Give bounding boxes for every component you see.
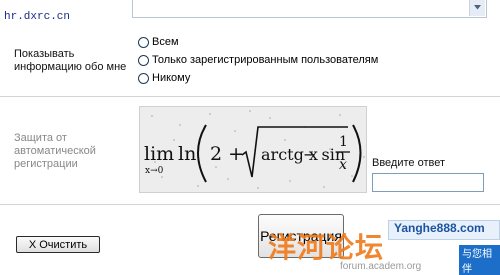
formula-two-plus: 2 + bbox=[210, 143, 244, 165]
formula-denominator: x bbox=[339, 157, 347, 173]
radio-label: Всем bbox=[152, 36, 179, 48]
chevron-down-icon bbox=[474, 5, 481, 10]
captcha-label-line2: автоматической bbox=[14, 145, 96, 157]
watermark-logo: 洋河论坛 bbox=[268, 231, 385, 264]
radio-label: Только зарегистрированным пользователям bbox=[152, 54, 379, 66]
radio-button[interactable] bbox=[138, 54, 149, 66]
captcha-image: lim x→0 ln 2 + arctg x − sin 1 x bbox=[139, 106, 367, 193]
formula-lim: lim bbox=[144, 143, 174, 165]
radio-option-registered[interactable]: Только зарегистрированным пользователям bbox=[138, 54, 378, 66]
privacy-label: Показывать информацию обо мне bbox=[14, 48, 126, 74]
radio-option-all[interactable]: Всем bbox=[138, 36, 179, 48]
url-text: hr.dxrc.cn bbox=[4, 11, 71, 23]
radio-button[interactable] bbox=[138, 36, 149, 48]
privacy-label-line2: информацию обо мне bbox=[14, 61, 127, 73]
radio-button[interactable] bbox=[138, 72, 149, 84]
formula-ln: ln bbox=[178, 143, 196, 165]
captcha-label-line3: регистрации bbox=[14, 158, 78, 170]
section-divider bbox=[0, 204, 500, 205]
watermark-forum-url: forum.academ.org bbox=[340, 261, 422, 272]
formula-lim-subscript: x→0 bbox=[145, 166, 164, 176]
watermark-site: Yanghe888.com bbox=[394, 221, 485, 235]
captcha-formula: lim x→0 ln 2 + arctg x − sin 1 x bbox=[144, 110, 365, 189]
dropdown-button[interactable] bbox=[469, 0, 485, 16]
clear-button[interactable]: X Очистить bbox=[16, 236, 100, 253]
radio-label: Никому bbox=[152, 72, 191, 84]
top-select-field[interactable] bbox=[132, 0, 487, 18]
captcha-label-line1: Защита от bbox=[14, 132, 67, 144]
section-divider bbox=[0, 96, 500, 97]
right-paren bbox=[352, 124, 362, 183]
formula-numerator: 1 bbox=[339, 134, 348, 150]
privacy-label-line1: Показывать bbox=[14, 48, 75, 60]
answer-input[interactable] bbox=[372, 173, 484, 192]
captcha-label: Защита от автоматической регистрации bbox=[14, 132, 96, 171]
radio-option-nobody[interactable]: Никому bbox=[138, 72, 190, 84]
answer-label: Введите ответ bbox=[372, 157, 446, 169]
left-paren bbox=[197, 124, 207, 183]
